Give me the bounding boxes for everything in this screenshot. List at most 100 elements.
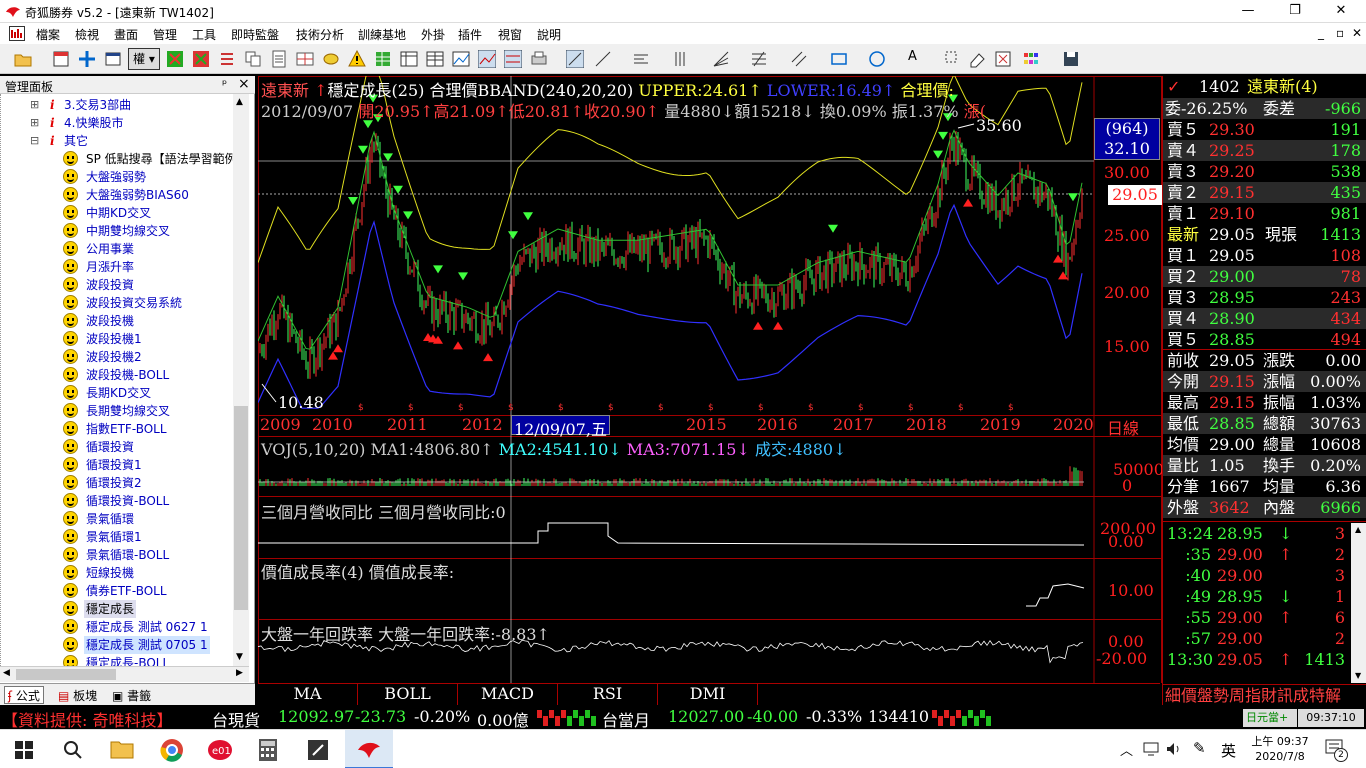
open-folder-icon[interactable] (14, 50, 32, 68)
formula-item[interactable]: 循環投資 (0, 438, 233, 456)
color-palette-icon[interactable] (1022, 50, 1040, 68)
formula-item[interactable]: 循環投資-BOLL (0, 492, 233, 510)
grid-icon[interactable] (296, 50, 314, 68)
collapse-icon[interactable]: ⊟ (30, 132, 39, 150)
clock-date[interactable]: 2020/7/8 (1250, 750, 1310, 763)
expand-icon[interactable]: ⊞ (30, 114, 39, 132)
formula-item[interactable]: 景氣循環1 (0, 528, 233, 546)
ime-indicator[interactable]: 英 (1221, 740, 1236, 761)
mdi-minimize-button[interactable]: _ (1318, 26, 1324, 40)
layout-icon[interactable] (52, 50, 70, 68)
formula-item[interactable]: 指數ETF-BOLL (0, 420, 233, 438)
print-icon[interactable] (530, 50, 548, 68)
formula-item[interactable]: 波段投資交易系統 (0, 294, 233, 312)
rectangle-icon[interactable] (830, 50, 848, 68)
horizontal-line-icon[interactable] (632, 50, 650, 68)
price-chart-canvas[interactable]: $ $ $ $ $ $ $ $ $ $ $ $ $ $ (258, 76, 1162, 683)
tab-boll[interactable]: BOLL (358, 684, 458, 706)
formula-item[interactable]: 波段投資 (0, 276, 233, 294)
formula-item[interactable]: 中期雙均線交叉 (0, 222, 233, 240)
vertical-lines-icon[interactable] (672, 50, 690, 68)
menu-addon[interactable]: 插件 (458, 26, 482, 43)
delete-drawings-icon[interactable] (994, 50, 1012, 68)
panel-close-button[interactable]: × (238, 76, 250, 92)
menu-window[interactable]: 視窗 (498, 26, 522, 43)
menu-training[interactable]: 訓練基地 (358, 26, 406, 43)
select-tool-icon[interactable] (944, 50, 962, 68)
menu-monitor[interactable]: 即時監盤 (231, 26, 279, 43)
menu-manage[interactable]: 管理 (153, 26, 177, 43)
copy-icon[interactable] (244, 50, 262, 68)
pen-icon[interactable]: ✎ (1193, 739, 1206, 757)
eoi-app-icon[interactable]: e01 (207, 738, 233, 762)
text-tool-icon[interactable]: A (908, 49, 917, 64)
minimize-button[interactable]: — (1225, 0, 1271, 23)
parallel-line-icon[interactable] (790, 50, 808, 68)
volume-icon[interactable] (1166, 742, 1182, 756)
table-icon[interactable] (400, 50, 418, 68)
formula-item[interactable]: 穩定成長 (0, 600, 233, 618)
formula-item[interactable]: 月漲升率 (0, 258, 233, 276)
tab-dmi[interactable]: DMI (658, 684, 758, 706)
menu-tools[interactable]: 工具 (192, 26, 216, 43)
tab-rsi[interactable]: RSI (558, 684, 658, 706)
tab-bookmark[interactable]: ▣ 書籤 (112, 687, 151, 704)
taskbar-active-app[interactable] (345, 730, 393, 768)
tray-chevron-icon[interactable]: ︿ (1120, 740, 1133, 759)
formula-item[interactable]: 波段投機-BOLL (0, 366, 233, 384)
coins-icon[interactable] (322, 50, 340, 68)
windows-start-icon[interactable] (15, 741, 33, 759)
formula-item[interactable]: 長期KD交叉 (0, 384, 233, 402)
mdi-close-button[interactable]: ✕ (1352, 26, 1362, 40)
eraser-icon[interactable] (968, 50, 986, 68)
tree-folder[interactable]: ⊟ i 其它 (0, 132, 233, 150)
tab-sector[interactable]: ▤ 板塊 (58, 687, 97, 704)
calculator-icon[interactable] (258, 738, 278, 762)
tick-scrollbar[interactable]: ▲ ▼ (1351, 523, 1366, 683)
chart-area[interactable]: $ $ $ $ $ $ $ $ $ $ $ $ $ $ 遠東新 ↑穩定成長(25) 合理價BBAND(24… (258, 76, 1164, 683)
formula-item[interactable]: 波段投機2 (0, 348, 233, 366)
fan-line-icon[interactable] (712, 50, 730, 68)
formula-item[interactable]: 穩定成長 測試 0627 1 (0, 618, 233, 636)
panel-pin-button[interactable]: ᵖ (222, 77, 227, 91)
sheet-icon[interactable] (426, 50, 444, 68)
formula-item[interactable]: 波段投機 (0, 312, 233, 330)
quote-bottom-tabs[interactable]: 細價盤勢周指財訊成特解 (1163, 684, 1366, 705)
formula-item[interactable]: 短線投機 (0, 564, 233, 582)
formula-item[interactable]: SP 低點搜尋【語法學習範例 (0, 150, 233, 168)
save-icon[interactable] (1062, 50, 1080, 68)
formula-item[interactable]: 波段投機1 (0, 330, 233, 348)
sticky-notes-icon[interactable] (307, 739, 329, 761)
list-icon[interactable] (218, 50, 236, 68)
maximize-button[interactable]: ❐ (1272, 0, 1318, 23)
circle-icon[interactable] (868, 50, 886, 68)
chrome-icon[interactable] (160, 738, 184, 762)
red-x-icon[interactable] (192, 50, 210, 68)
menu-screen[interactable]: 畫面 (114, 26, 138, 43)
tree-folder[interactable]: ⊞ i 3.交易3部曲 (0, 96, 233, 114)
sidebar-hscrollbar[interactable]: ◀ ▶ (0, 666, 249, 682)
menu-file[interactable]: 檔案 (36, 26, 60, 43)
formula-item[interactable]: 景氣循環-BOLL (0, 546, 233, 564)
green-x-icon[interactable] (166, 50, 184, 68)
formula-item[interactable]: 中期KD交叉 (0, 204, 233, 222)
multi-chart-icon[interactable] (504, 50, 522, 68)
file-explorer-icon[interactable] (110, 739, 134, 759)
formula-item[interactable]: 大盤強弱勢BIAS60 (0, 186, 233, 204)
scrollbar-thumb[interactable] (234, 406, 248, 610)
window-icon[interactable] (104, 50, 122, 68)
line-chart-icon[interactable] (452, 50, 470, 68)
close-button[interactable]: ✕ (1318, 0, 1364, 23)
chart-menu-icon[interactable] (9, 26, 25, 41)
menu-plugin[interactable]: 外掛 (421, 26, 445, 43)
tree-folder[interactable]: ⊞ i 4.快樂股市 (0, 114, 233, 132)
formula-item[interactable]: 景氣循環 (0, 510, 233, 528)
sidebar-scrollbar[interactable]: ▲ ▼ (233, 94, 249, 666)
mdi-restore-button[interactable]: ▫ (1336, 26, 1344, 40)
expand-icon[interactable]: ⊞ (30, 96, 39, 114)
formula-item[interactable]: 公用事業 (0, 240, 233, 258)
fib-line-icon[interactable] (750, 50, 768, 68)
formula-item[interactable]: 債券ETF-BOLL (0, 582, 233, 600)
warning-icon[interactable] (348, 50, 366, 68)
search-icon[interactable] (63, 740, 83, 760)
